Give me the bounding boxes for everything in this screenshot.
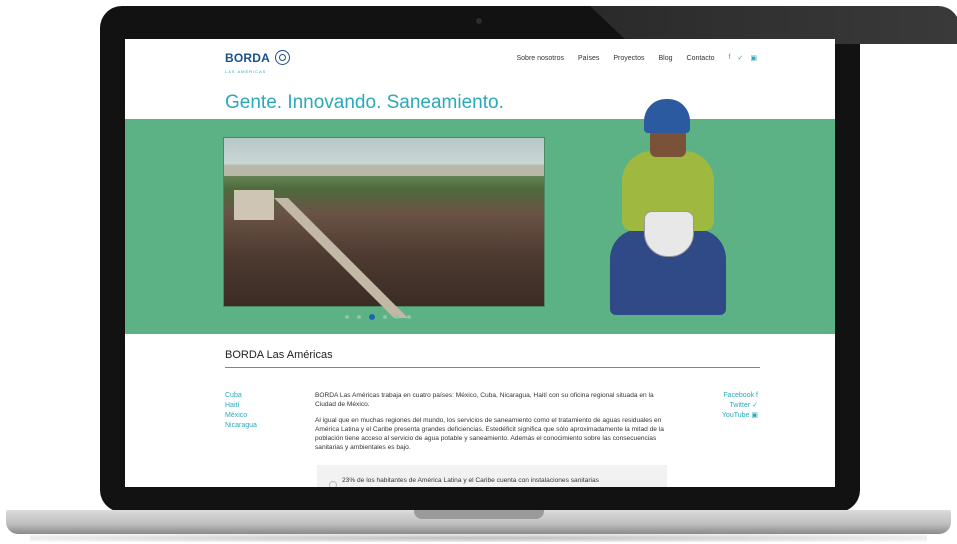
facebook-label: Facebook xyxy=(723,392,755,399)
photo-path xyxy=(274,198,408,318)
hero-tagline: Gente. Innovando. Saneamiento. xyxy=(225,92,504,113)
logo-icon xyxy=(275,50,291,65)
youtube-icon: ▣ xyxy=(751,412,758,419)
main-nav: Sobre nosotros Países Proyectos Blog Con… xyxy=(516,54,757,62)
section-title: BORDA Las Américas xyxy=(225,349,333,361)
country-cuba[interactable]: Cuba xyxy=(225,391,257,401)
country-nicaragua[interactable]: Nicaragua xyxy=(225,421,257,431)
stat-text: 23% de los habitantes de América Latina … xyxy=(342,477,599,484)
slider-dot[interactable] xyxy=(395,315,399,319)
bullet-icon xyxy=(329,481,337,487)
countries-list: Cuba Haití México Nicaragua xyxy=(225,391,257,431)
country-haiti[interactable]: Haití xyxy=(225,401,257,411)
slider-dot[interactable] xyxy=(369,314,375,320)
logo-subtitle: LAS AMÉRICAS xyxy=(225,69,267,74)
nav-sobre-nosotros[interactable]: Sobre nosotros xyxy=(516,55,563,62)
twitter-icon[interactable]: ✓ xyxy=(738,54,744,62)
nav-blog[interactable]: Blog xyxy=(659,55,673,62)
nav-proyectos[interactable]: Proyectos xyxy=(613,55,644,62)
facebook-link[interactable]: Facebook f xyxy=(722,391,758,401)
twitter-label: Twitter xyxy=(729,402,751,409)
facebook-icon: f xyxy=(756,392,758,399)
stat-callout: 23% de los habitantes de América Latina … xyxy=(317,465,667,487)
photo-wall xyxy=(224,166,544,176)
body-paragraph-2: Al igual que en muchas regiones del mund… xyxy=(315,416,664,452)
logo-name: BORDA xyxy=(225,51,270,65)
person-cap xyxy=(644,99,690,133)
nav-paises[interactable]: Países xyxy=(578,55,599,62)
logo[interactable]: BORDA LAS AMÉRICAS xyxy=(225,49,291,74)
body-paragraph-1: BORDA Las Américas trabaja en cuatro paí… xyxy=(315,392,654,409)
slider-dot[interactable] xyxy=(383,315,387,319)
social-links: Facebook f Twitter ✓ YouTube ▣ xyxy=(722,391,758,421)
slider-dots xyxy=(345,314,411,320)
camera xyxy=(476,18,482,24)
hero-slide-image[interactable] xyxy=(223,137,545,318)
body-text: BORDA Las Américas trabaja en cuatro paí… xyxy=(315,391,671,459)
person-pot xyxy=(644,211,694,257)
laptop-notch xyxy=(414,510,544,519)
section-divider xyxy=(225,367,760,368)
slider-dot[interactable] xyxy=(407,315,411,319)
youtube-link[interactable]: YouTube ▣ xyxy=(722,411,758,421)
person-face xyxy=(650,129,686,157)
twitter-icon: ✓ xyxy=(752,402,758,409)
photo-house xyxy=(234,190,274,220)
twitter-link[interactable]: Twitter ✓ xyxy=(722,401,758,411)
slider-dot[interactable] xyxy=(357,315,361,319)
nav-social: f ✓ ▣ xyxy=(729,54,757,62)
facebook-icon[interactable]: f xyxy=(729,54,731,62)
laptop-shadow xyxy=(30,534,927,542)
youtube-label: YouTube xyxy=(721,412,750,419)
hero-person-image xyxy=(600,99,740,339)
slider-dot[interactable] xyxy=(345,315,349,319)
hero-banner xyxy=(125,99,835,334)
browser-screen: BORDA LAS AMÉRICAS Sobre nosotros Países… xyxy=(125,39,835,487)
nav-contacto[interactable]: Contacto xyxy=(687,55,715,62)
youtube-icon[interactable]: ▣ xyxy=(750,54,757,62)
country-mexico[interactable]: México xyxy=(225,411,257,421)
